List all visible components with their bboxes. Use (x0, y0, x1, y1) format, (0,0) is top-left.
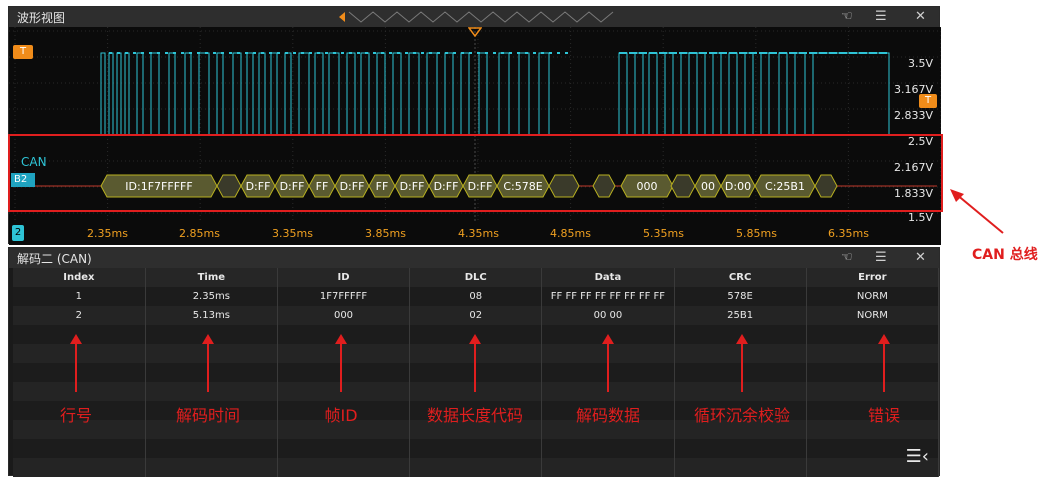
close-icon[interactable]: ✕ (915, 9, 926, 25)
trigger-label-left: T (19, 46, 27, 57)
cell-id: 1F7FFFFF (277, 287, 411, 306)
cell-data: 00 00 (541, 306, 675, 325)
can-bus-highlight (8, 134, 943, 212)
waveform-titlebar: 波形视图 ☜ ☰ ✕ (9, 7, 939, 27)
annotation-arrow-error (878, 334, 890, 392)
column-error[interactable]: Error (806, 268, 940, 287)
column-data[interactable]: Data (541, 268, 675, 287)
annotation-label-time: 解码时间 (175, 406, 241, 425)
annotation-arrow-time (202, 334, 214, 392)
column-index[interactable]: Index (13, 268, 146, 287)
voltage-label-3: 2.833V (893, 109, 933, 122)
annotation-label-dlc: 数据长度代码 (426, 406, 524, 425)
waveform-title: 波形视图 (17, 11, 66, 25)
time-label-5: 4.35ms (458, 227, 499, 240)
cell-time: 2.35ms (145, 287, 278, 306)
cell-crc: 578E (674, 287, 807, 306)
annotation-label-error: 错误 (867, 406, 901, 425)
channel-2-marker[interactable]: 2 (12, 225, 24, 241)
time-label-2: 2.85ms (179, 227, 220, 240)
annotation-label-crc: 循环沉余校验 (693, 406, 791, 425)
annotation-arrow-id (335, 334, 347, 392)
column-time[interactable]: Time (145, 268, 278, 287)
touch-icon[interactable]: ☜ (841, 9, 853, 25)
cell-error: NORM (806, 306, 940, 325)
can-bus-arrow (950, 189, 1004, 234)
voltage-label-2: 3.167V (893, 83, 933, 96)
table-row[interactable]: 2 5.13ms 000 02 00 00 25B1 NORM (13, 306, 940, 325)
annotation-label-index: 行号 (59, 406, 93, 425)
time-label-1: 2.35ms (87, 227, 128, 240)
time-label-7: 5.35ms (643, 227, 684, 240)
time-label-6: 4.85ms (550, 227, 591, 240)
cell-id: 000 (277, 306, 411, 325)
touch-icon[interactable]: ☜ (841, 250, 853, 266)
cell-index: 2 (13, 306, 146, 325)
decode-header-row: Index Time ID DLC Data CRC Error (13, 268, 940, 287)
column-id[interactable]: ID (277, 268, 411, 287)
cell-crc: 25B1 (674, 306, 807, 325)
decode-titlebar: 解码二 (CAN) ☜ ☰ ✕ (9, 248, 939, 268)
collapse-menu-icon[interactable]: ☰‹ (906, 446, 929, 467)
annotation-label-data: 解码数据 (575, 406, 641, 425)
table-row-empty (13, 458, 940, 477)
time-label-8: 5.85ms (736, 227, 777, 240)
trigger-label-right: T (924, 95, 932, 106)
time-label-4: 3.85ms (365, 227, 406, 240)
time-label-3: 3.35ms (272, 227, 313, 240)
decode-table: Index Time ID DLC Data CRC Error 1 2.35m… (13, 268, 940, 477)
close-icon[interactable]: ✕ (915, 250, 926, 266)
column-crc[interactable]: CRC (674, 268, 807, 287)
time-axis: 2 2.35ms 2.85ms 3.35ms 3.85ms 4.35ms 4.8… (9, 223, 941, 245)
table-row[interactable]: 1 2.35ms 1F7FFFFF 08 FF FF FF FF FF FF F… (13, 287, 940, 306)
decode-title: 解码二 (CAN) (17, 252, 92, 266)
digital-signal-trace (23, 52, 937, 136)
menu-icon[interactable]: ☰ (875, 9, 887, 25)
menu-icon[interactable]: ☰ (875, 250, 887, 266)
cell-time: 5.13ms (145, 306, 278, 325)
cell-index: 1 (13, 287, 146, 306)
can-bus-annotation: CAN 总线 (972, 247, 1038, 263)
voltage-label-1: 3.5V (907, 57, 933, 70)
annotation-arrow-index (70, 334, 82, 392)
column-dlc[interactable]: DLC (409, 268, 543, 287)
cell-dlc: 08 (409, 287, 543, 306)
cell-dlc: 02 (409, 306, 543, 325)
trigger-marker-left[interactable]: T (13, 45, 33, 59)
cell-data: FF FF FF FF FF FF FF FF (541, 287, 675, 306)
annotation-arrow-crc (736, 334, 748, 392)
annotation-label-id: 帧ID (324, 406, 358, 425)
trigger-marker-right[interactable]: T (919, 94, 937, 108)
time-label-9: 6.35ms (828, 227, 869, 240)
cell-error: NORM (806, 287, 940, 306)
trigger-position-icon[interactable] (468, 27, 482, 37)
channel-2-label: 2 (14, 227, 22, 238)
waveform-overview-bar[interactable] (337, 10, 617, 24)
annotation-arrow-dlc (469, 334, 481, 392)
annotation-arrow-data (602, 334, 614, 392)
table-row-empty (13, 439, 940, 458)
